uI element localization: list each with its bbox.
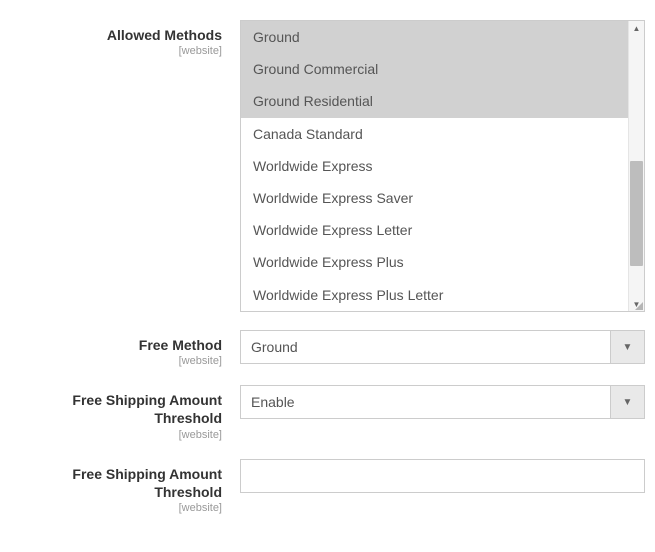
multiselect-option[interactable]: Worldwide Express Saver [241, 182, 628, 214]
multiselect-option[interactable]: Worldwide Express Plus [241, 246, 628, 278]
label-free-method: Free Method [10, 336, 222, 354]
multiselect-option[interactable]: Ground [241, 21, 628, 53]
scrollbar[interactable]: ▲ ▼ [628, 21, 644, 311]
label-col: Allowed Methods [website] [10, 20, 240, 57]
label-col: Free Shipping Amount Threshold [website] [10, 459, 240, 514]
multiselect-list[interactable]: GroundGround CommercialGround Residentia… [241, 21, 628, 311]
scroll-up-icon[interactable]: ▲ [629, 21, 644, 35]
free-threshold-enable-select[interactable]: Enable ▼ [240, 385, 645, 419]
label-free-threshold-enable: Free Shipping Amount Threshold [10, 391, 222, 427]
field-free-threshold-enable: Free Shipping Amount Threshold [website]… [10, 385, 645, 440]
free-threshold-enable-value: Enable [241, 386, 610, 418]
multiselect-option[interactable]: Worldwide Express Plus Letter [241, 279, 628, 311]
free-method-select[interactable]: Ground ▼ [240, 330, 645, 364]
scope-free-threshold-enable: [website] [10, 429, 222, 441]
field-free-threshold-amount: Free Shipping Amount Threshold [website] [10, 459, 645, 514]
multiselect-option[interactable]: Canada Standard [241, 118, 628, 150]
free-method-value: Ground [241, 331, 610, 363]
label-col: Free Shipping Amount Threshold [website] [10, 385, 240, 440]
control-col [240, 459, 645, 493]
label-free-threshold-amount: Free Shipping Amount Threshold [10, 465, 222, 501]
control-col: GroundGround CommercialGround Residentia… [240, 20, 645, 312]
multiselect-option[interactable]: Ground Commercial [241, 53, 628, 85]
resize-handle-icon[interactable] [630, 297, 644, 311]
scope-free-threshold-amount: [website] [10, 502, 222, 514]
allowed-methods-multiselect[interactable]: GroundGround CommercialGround Residentia… [240, 20, 645, 312]
label-col: Free Method [website] [10, 330, 240, 367]
field-free-method: Free Method [website] Ground ▼ [10, 330, 645, 367]
scope-free-method: [website] [10, 355, 222, 367]
label-allowed-methods: Allowed Methods [10, 26, 222, 44]
scope-allowed-methods: [website] [10, 45, 222, 57]
chevron-down-icon[interactable]: ▼ [610, 386, 644, 418]
scroll-track[interactable] [629, 35, 644, 297]
multiselect-option[interactable]: Ground Residential [241, 85, 628, 117]
multiselect-option[interactable]: Worldwide Express [241, 150, 628, 182]
free-threshold-amount-input[interactable] [240, 459, 645, 493]
control-col: Enable ▼ [240, 385, 645, 419]
multiselect-option[interactable]: Worldwide Express Letter [241, 214, 628, 246]
control-col: Ground ▼ [240, 330, 645, 364]
chevron-down-icon[interactable]: ▼ [610, 331, 644, 363]
field-allowed-methods: Allowed Methods [website] GroundGround C… [10, 20, 645, 312]
scroll-thumb[interactable] [630, 161, 643, 266]
